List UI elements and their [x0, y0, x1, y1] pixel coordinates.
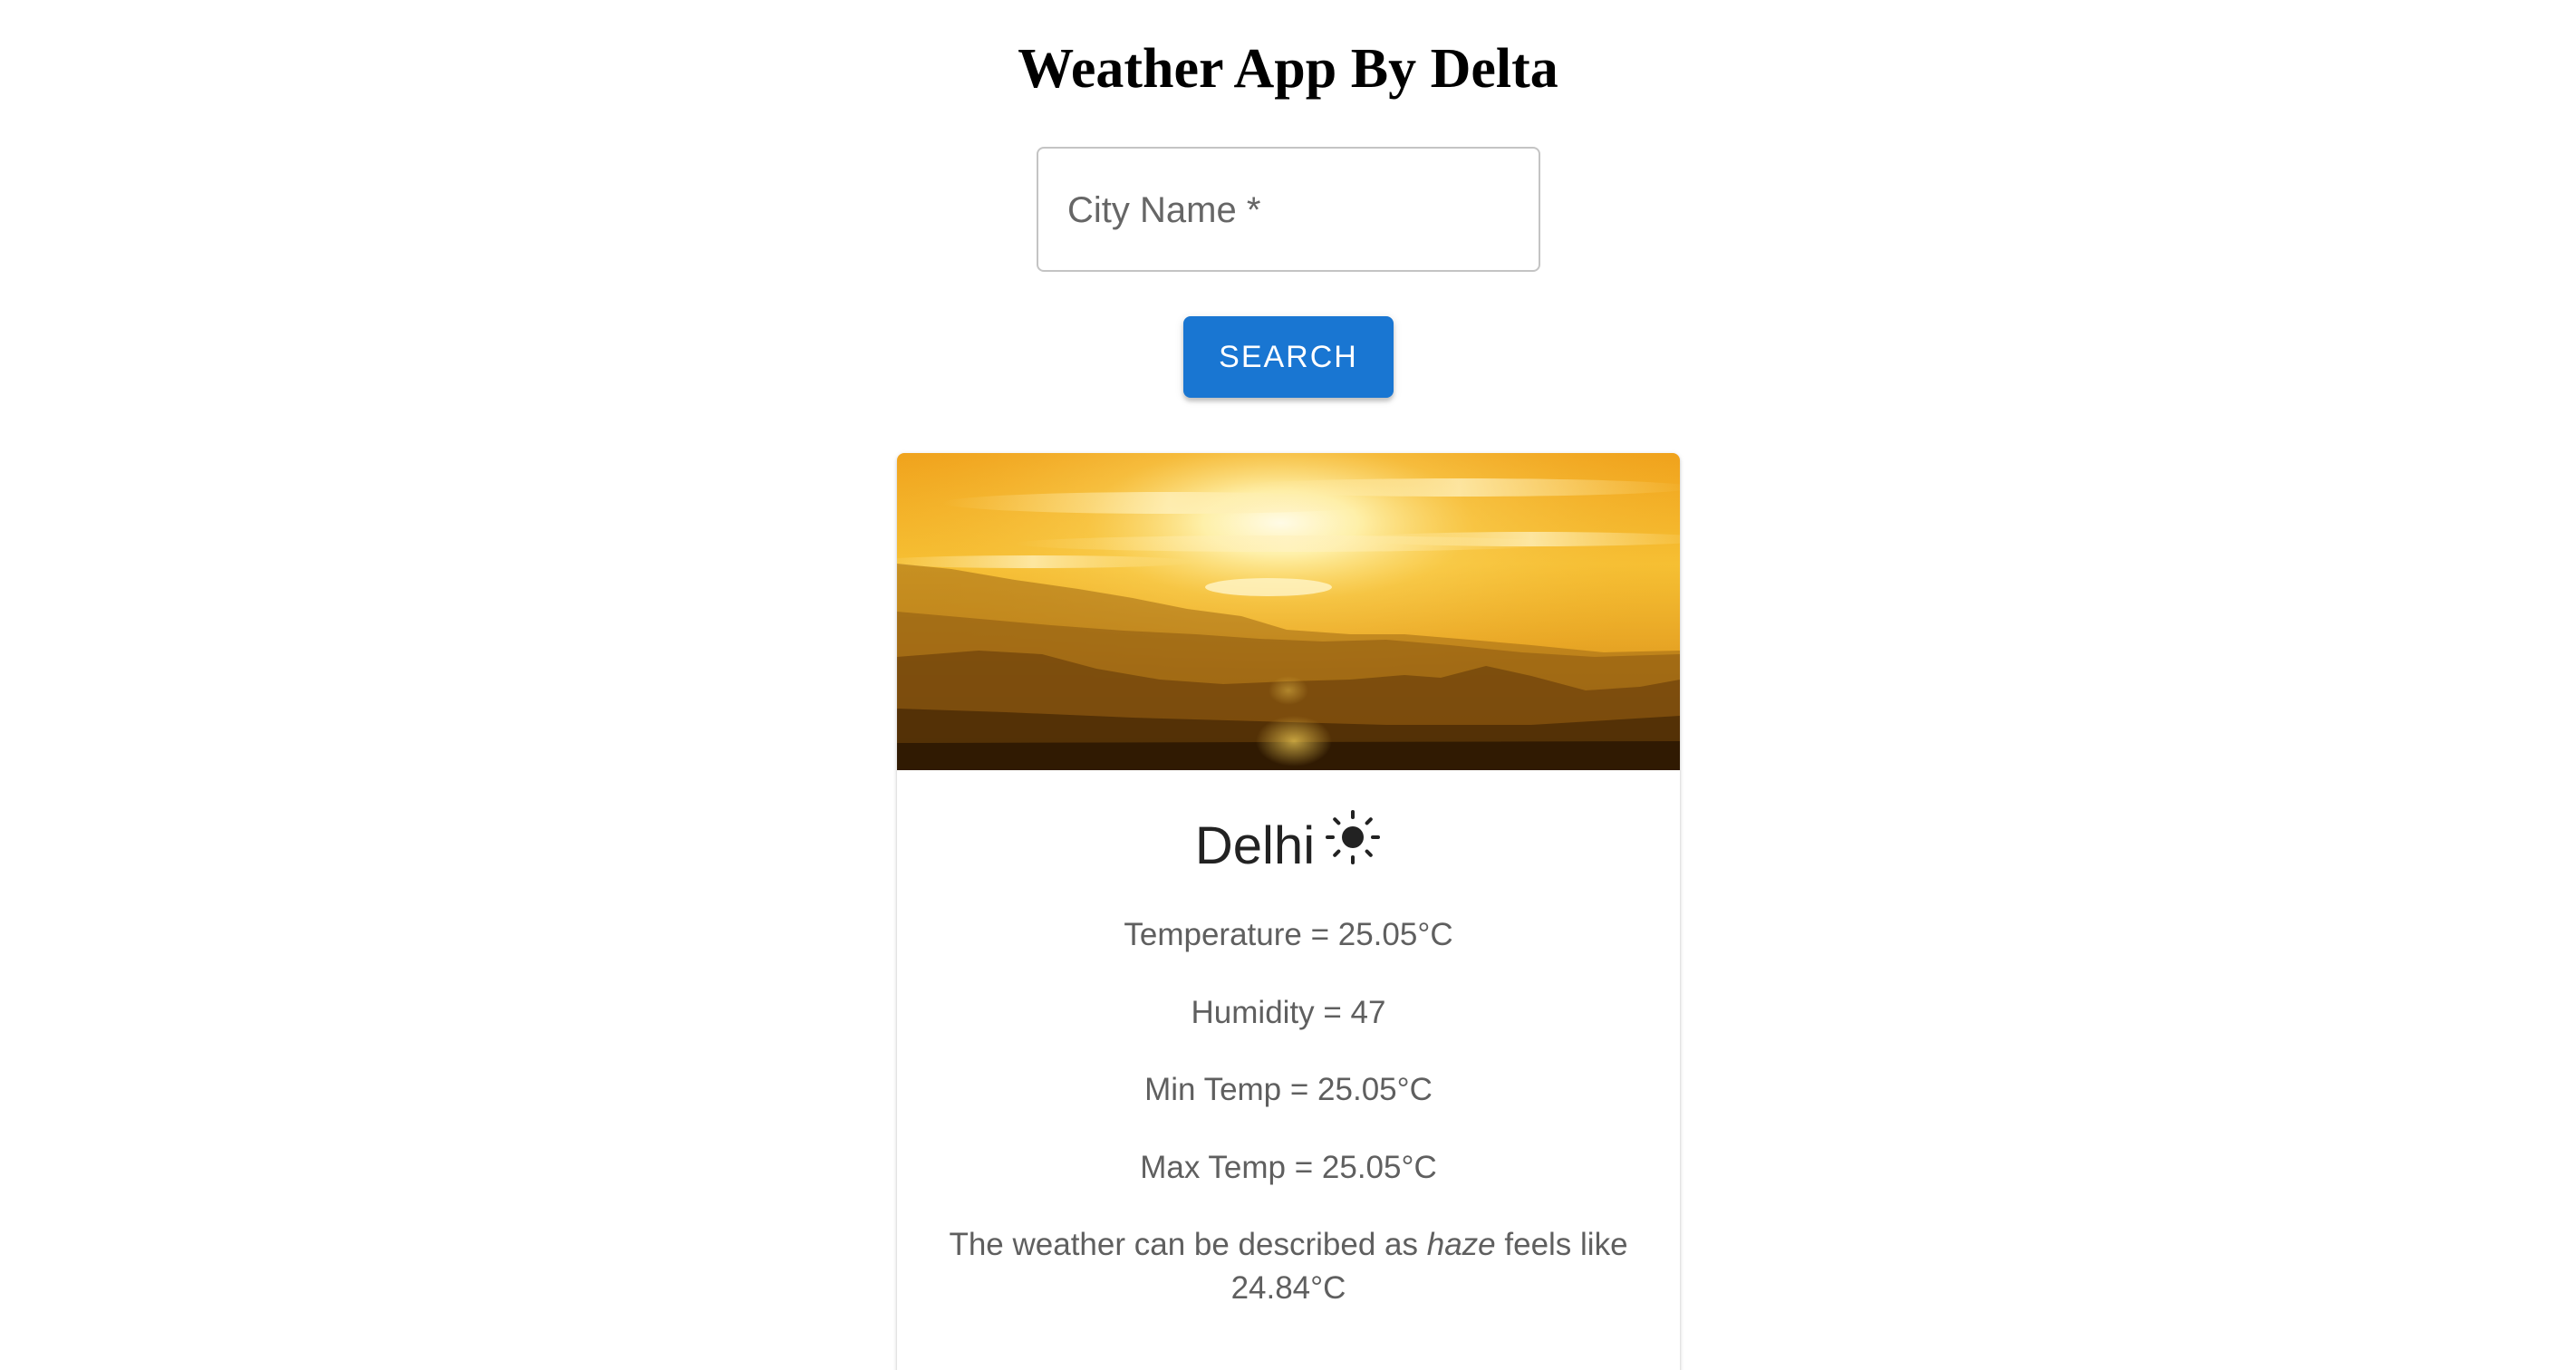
humidity-text: Humidity = 47: [1191, 995, 1386, 1030]
weather-image: [897, 453, 1680, 770]
city-name-field[interactable]: City Name *: [1037, 147, 1540, 272]
weather-app: Weather App By Delta City Name * SEARCH: [0, 0, 2576, 1370]
sunny-icon: [1326, 810, 1381, 864]
description-condition: haze: [1426, 1227, 1496, 1262]
max-temp-text: Max Temp = 25.05°C: [1140, 1150, 1437, 1185]
weather-description: The weather can be described as haze fee…: [933, 1223, 1644, 1310]
temperature-text: Temperature = 25.05°C: [1124, 917, 1453, 952]
description-prefix: The weather can be described as: [949, 1227, 1418, 1262]
search-button[interactable]: SEARCH: [1183, 316, 1394, 398]
weather-card: Delhi Temperature = 25.05°C Humidity = 4…: [897, 453, 1680, 1370]
city-name-input[interactable]: [1038, 149, 1539, 270]
city-name: Delhi: [1194, 816, 1316, 875]
city-heading: Delhi: [897, 810, 1680, 883]
min-temp-text: Min Temp = 25.05°C: [1144, 1072, 1433, 1107]
page-title: Weather App By Delta: [1018, 38, 1558, 100]
